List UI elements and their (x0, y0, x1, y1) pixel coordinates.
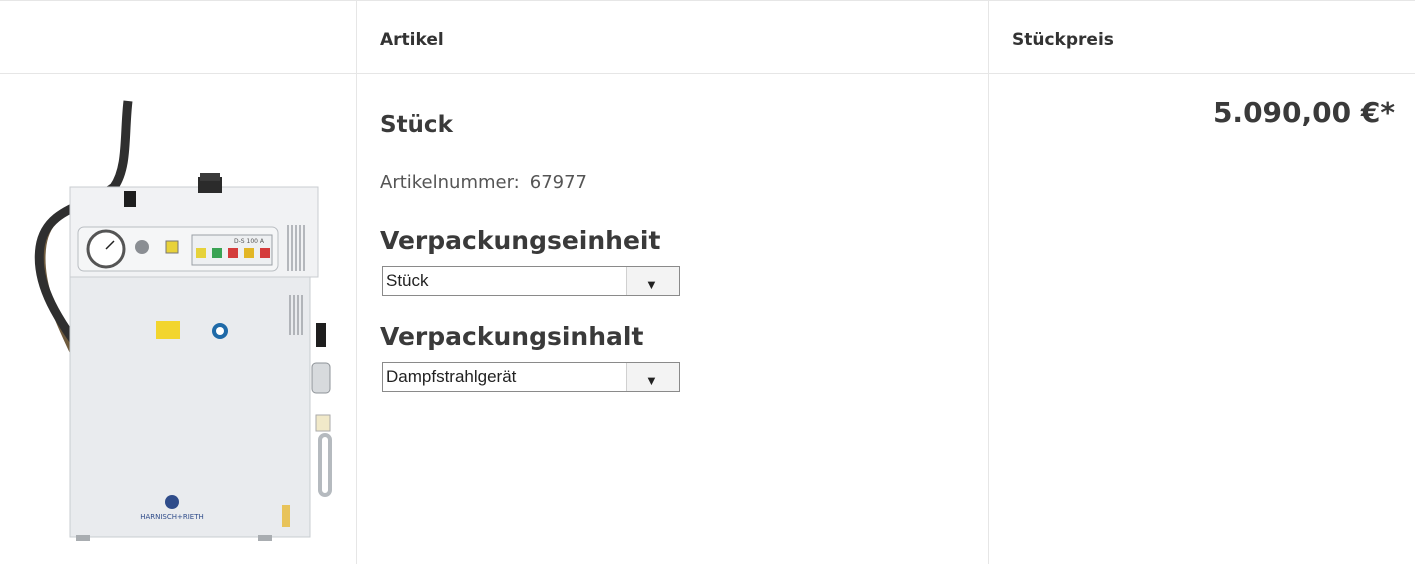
brand-logo-icon (165, 495, 179, 509)
row-divider (0, 73, 1415, 74)
chevron-down-icon: ▼ (645, 373, 658, 388)
packaging-unit-value: Stück (386, 271, 429, 290)
packaging-content-value: Dampfstrahlgerät (386, 367, 517, 386)
unit-price: 5.090,00 €* (1212, 96, 1395, 129)
power-switch (316, 323, 326, 347)
drain-hose (318, 433, 332, 497)
column-divider (988, 0, 989, 564)
side-port (315, 414, 331, 432)
header-article: Artikel (380, 30, 444, 50)
warning-label (156, 321, 180, 339)
side-valve (311, 362, 331, 394)
product-name[interactable]: Stück (380, 112, 453, 138)
header-unit-price: Stückpreis (1012, 30, 1114, 50)
switch-knob-icon (135, 240, 149, 254)
foot (258, 535, 272, 541)
dropdown-button[interactable]: ▼ (626, 363, 679, 391)
model-label: D-S 100 A (234, 238, 265, 245)
sku-value: 67977 (529, 172, 588, 193)
packaging-unit-label: Verpackungseinheit (380, 226, 661, 255)
column-divider (356, 0, 357, 564)
hose-connector (124, 191, 136, 207)
indicator-2 (212, 248, 222, 258)
indicator-3 (228, 248, 238, 258)
foot (76, 535, 90, 541)
sku-row: Artikelnummer: 67977 (380, 172, 587, 193)
row-divider (0, 0, 1415, 1)
label-sticker (282, 505, 290, 527)
packaging-content-select[interactable]: Dampfstrahlgerät ▼ (382, 362, 680, 392)
sku-label: Artikelnummer: (380, 172, 520, 193)
indicator-5 (260, 248, 270, 258)
brand-name: HARNISCH+RIETH (140, 513, 204, 521)
product-image[interactable]: D-S 100 A HARNISCH+RIETH (20, 95, 340, 555)
indicator-4 (244, 248, 254, 258)
packaging-unit-select[interactable]: Stück ▼ (382, 266, 680, 296)
packaging-content-label: Verpackungsinhalt (380, 322, 644, 351)
dropdown-button[interactable]: ▼ (626, 267, 679, 295)
indicator-yellow (165, 240, 179, 254)
knob-cap (200, 173, 220, 181)
indicator-1 (196, 248, 206, 258)
chevron-down-icon: ▼ (645, 277, 658, 292)
